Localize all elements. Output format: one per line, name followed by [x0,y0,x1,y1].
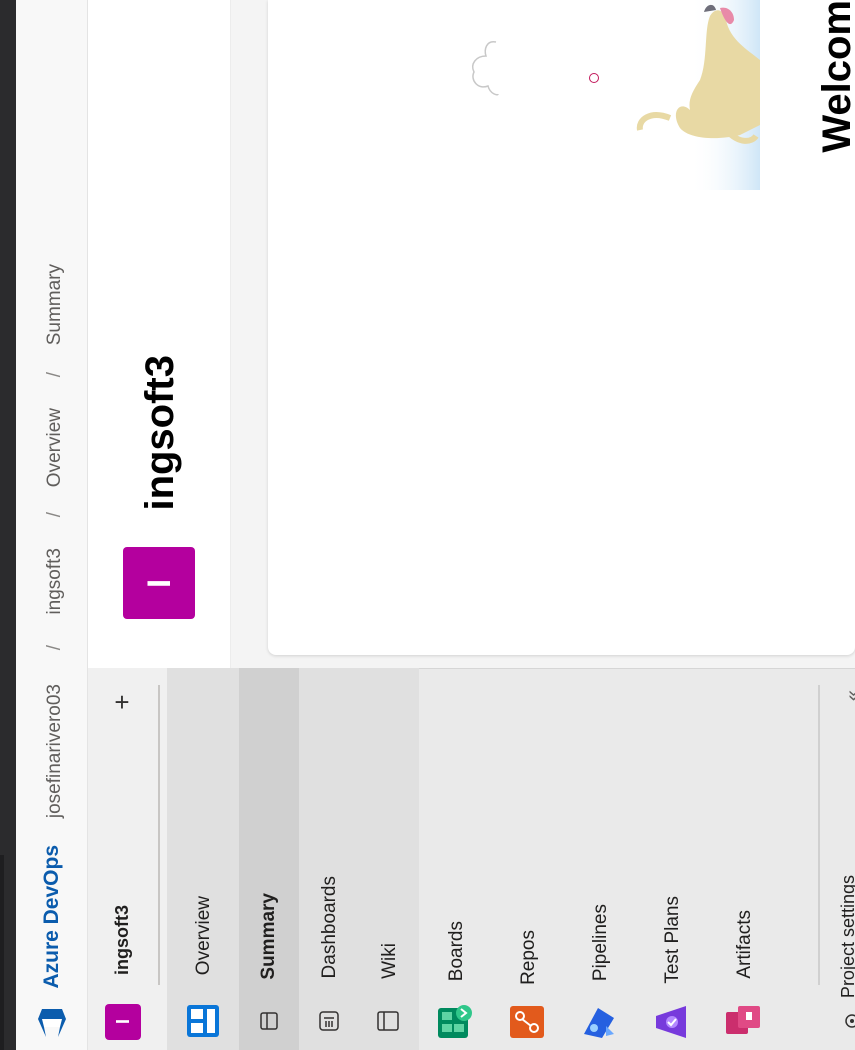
breadcrumb-org[interactable]: josefinarivero03 [44,684,66,818]
dashboards-icon[interactable] [318,1010,340,1032]
chevron-double-icon[interactable]: « [842,690,855,701]
breadcrumb-separator: / [44,645,65,651]
decorative-dot [589,73,599,83]
nav-item-pipelines[interactable]: Pipelines [590,904,612,981]
breadcrumb-overview[interactable]: Overview [44,408,66,487]
nav-project-strip [88,668,167,1050]
breadcrumb-separator: / [44,512,65,518]
overview-icon[interactable] [185,1003,221,1039]
nav-item-wiki[interactable]: Wiki [379,943,401,979]
gear-icon[interactable] [842,1010,855,1032]
nav-selected-highlight [239,668,299,1050]
breadcrumb-project[interactable]: ingsoft3 [44,548,66,615]
project-title: ingsoft3 [138,355,182,511]
boards-icon[interactable] [436,1004,474,1040]
nav-project-avatar-letter: I [112,1019,133,1025]
breadcrumb-summary[interactable]: Summary [44,264,66,345]
nav-item-boards[interactable]: Boards [446,921,468,981]
repos-icon[interactable] [508,1004,546,1040]
dog-illustration [630,0,760,190]
nav-item-dashboards[interactable]: Dashboards [319,876,341,978]
brand-title[interactable]: Azure DevOps [40,845,64,989]
nav-item-overview[interactable]: Overview [193,896,215,975]
nav-item-test-plans[interactable]: Test Plans [662,896,684,984]
artifacts-icon[interactable] [724,1004,762,1040]
welcome-heading: Welcom [815,0,855,153]
wiki-icon[interactable] [376,1010,400,1032]
nav-divider [818,685,820,985]
project-avatar-letter: I [140,578,177,588]
summary-icon[interactable] [259,1011,279,1031]
nav-item-project-settings[interactable]: Project settings [838,875,855,998]
plus-icon[interactable]: + [108,688,136,716]
nav-item-summary[interactable]: Summary [258,893,280,980]
window-edge-shadow [0,855,4,1050]
project-avatar: I [123,547,195,619]
nav-item-artifacts[interactable]: Artifacts [734,910,756,979]
nav-project-avatar[interactable]: I [105,1004,141,1040]
pipelines-icon[interactable] [580,1004,618,1040]
nav-item-repos[interactable]: Repos [518,930,540,985]
test-plans-icon[interactable] [652,1004,690,1040]
breadcrumb-separator: / [44,372,65,378]
azure-devops-logo-icon[interactable] [34,1005,70,1041]
welcome-card [268,0,855,655]
cloud-illustration [468,38,504,98]
nav-project-name[interactable]: ingsoft3 [112,905,133,975]
nav-divider [158,685,160,985]
